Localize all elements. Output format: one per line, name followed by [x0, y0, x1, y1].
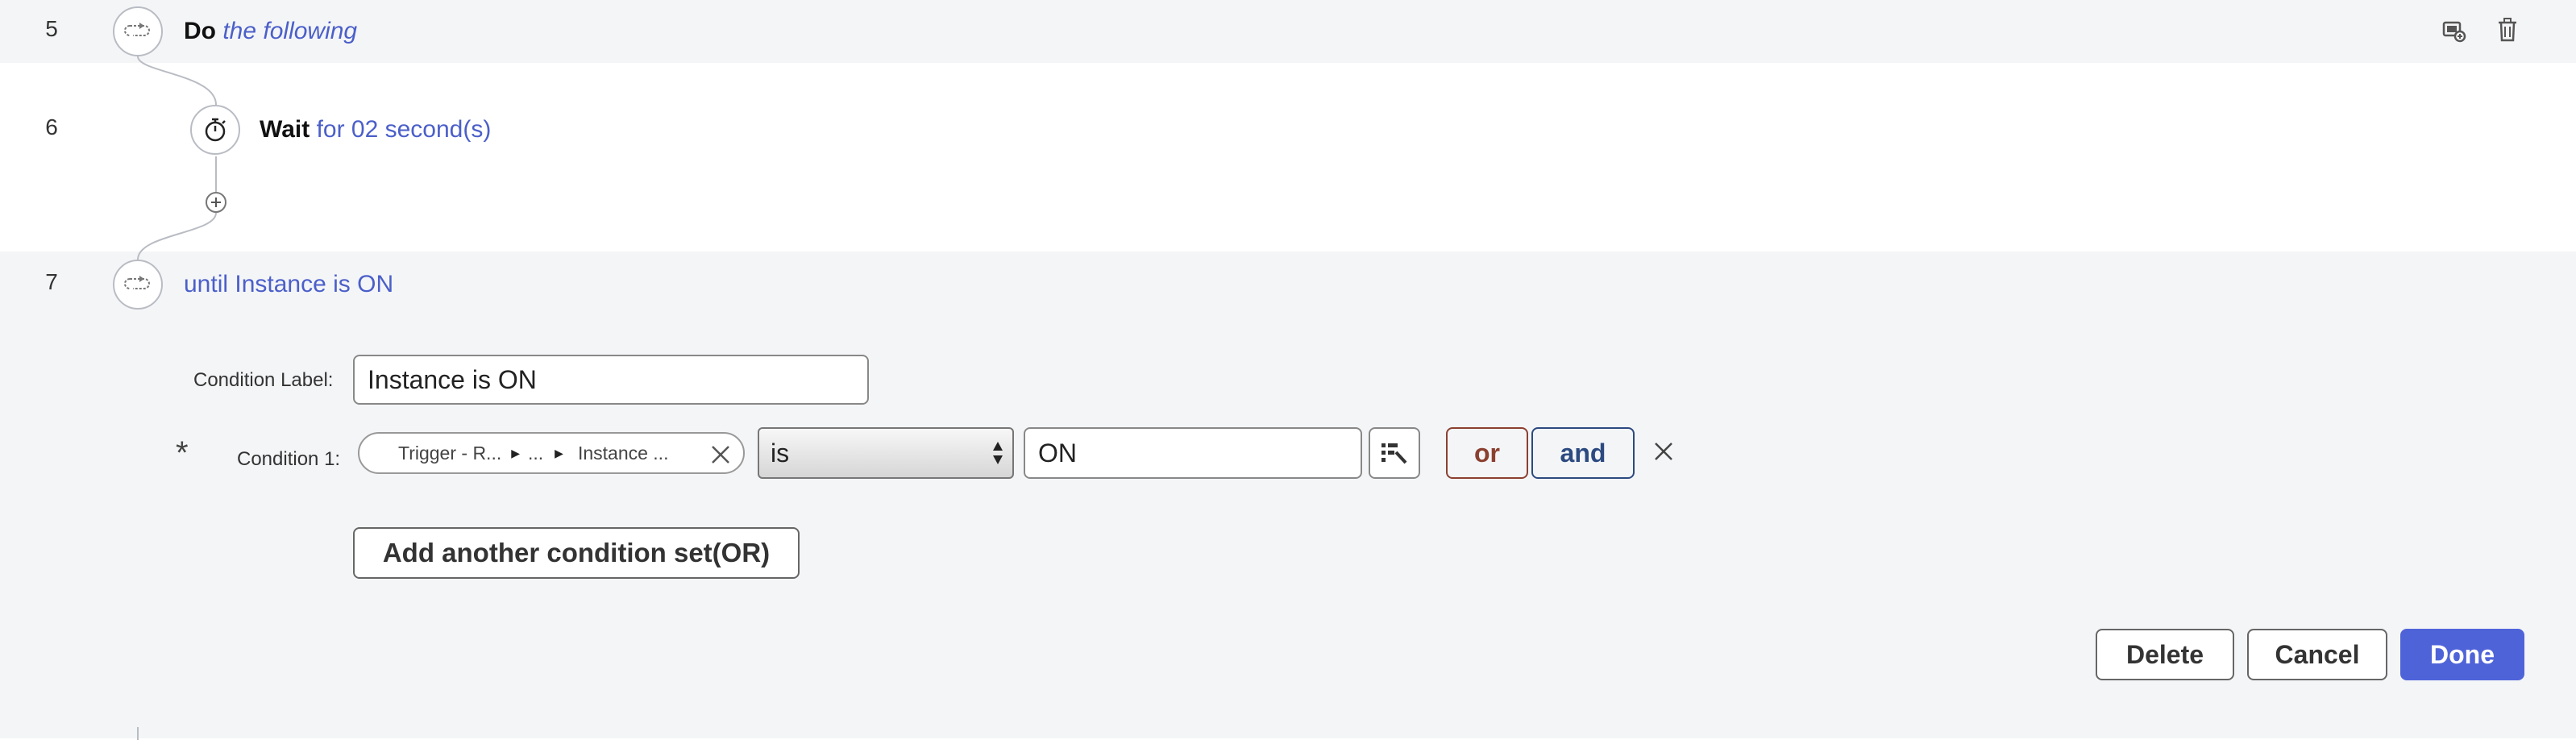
- step-7-title[interactable]: until Instance is ON: [184, 271, 393, 298]
- condition-label-input[interactable]: Instance is ON: [353, 355, 869, 405]
- step-detail: the following: [222, 18, 358, 44]
- step-keyword: Wait: [260, 116, 310, 143]
- operator-value: is: [771, 438, 790, 468]
- step-6-title[interactable]: Wait for 02 second(s): [260, 116, 491, 143]
- delete-button[interactable]: Delete: [2096, 629, 2234, 680]
- step-detail: for 02 second(s): [316, 116, 492, 143]
- clear-path-icon[interactable]: [709, 443, 732, 466]
- duplicate-icon[interactable]: [2441, 18, 2466, 44]
- required-marker: *: [176, 435, 189, 471]
- loop-icon[interactable]: [113, 260, 163, 310]
- path-segment: ...: [528, 442, 544, 464]
- or-button[interactable]: or: [1446, 427, 1528, 479]
- condition-label-caption: Condition Label:: [193, 369, 334, 391]
- trash-icon[interactable]: [2495, 16, 2520, 44]
- line-number: 6: [45, 114, 58, 139]
- caret-right-icon: ▶: [511, 446, 520, 459]
- condition-value-input[interactable]: ON: [1024, 427, 1362, 479]
- expression-picker-button[interactable]: [1369, 427, 1420, 479]
- loop-icon[interactable]: [113, 6, 163, 56]
- caret-right-icon: ▶: [555, 446, 563, 459]
- condition-path-pill[interactable]: Trigger - R... ▶ ... ▶ Instance ...: [358, 432, 745, 474]
- stopwatch-icon[interactable]: [190, 105, 240, 155]
- path-segment: Trigger - R...: [398, 442, 502, 464]
- expression-picker-icon: [1381, 443, 1407, 464]
- step-keyword: Do: [184, 18, 216, 44]
- line-number: 7: [45, 269, 58, 294]
- remove-condition-icon[interactable]: [1652, 440, 1675, 463]
- select-arrows-icon: [991, 439, 1004, 468]
- and-button[interactable]: and: [1531, 427, 1635, 479]
- operator-select[interactable]: is: [758, 427, 1014, 479]
- line-number: 5: [45, 16, 58, 41]
- add-condition-set-button[interactable]: Add another condition set(OR): [353, 527, 800, 579]
- step-6-row: [0, 63, 2576, 252]
- cancel-button[interactable]: Cancel: [2247, 629, 2387, 680]
- step-5-row: [0, 0, 2576, 63]
- done-button[interactable]: Done: [2400, 629, 2524, 680]
- add-step-icon[interactable]: [206, 192, 226, 213]
- step-5-title[interactable]: Do the following: [184, 18, 357, 45]
- path-segment: Instance ...: [577, 442, 669, 464]
- condition-1-caption: Condition 1:: [237, 448, 341, 470]
